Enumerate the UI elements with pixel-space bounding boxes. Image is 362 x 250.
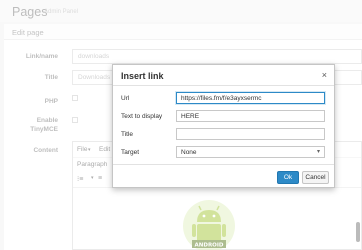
url-label: Url (121, 95, 130, 102)
text-to-display-input[interactable]: HERE (176, 110, 325, 122)
ok-button[interactable]: Ok (277, 171, 299, 184)
cancel-button[interactable]: Cancel (302, 171, 329, 184)
text-to-display-label: Text to display (121, 113, 163, 120)
url-input[interactable]: https://files.fm/f/e3ayxsermc (176, 92, 325, 104)
title-field-label: Title (121, 131, 134, 138)
target-label: Target (121, 149, 140, 156)
target-select-value: None (181, 149, 197, 156)
dialog-footer-divider (113, 164, 334, 165)
dialog-header-divider (113, 85, 334, 86)
insert-link-dialog: Insert link × Url https://files.fm/f/e3a… (112, 64, 335, 188)
target-select[interactable]: None ▾ (176, 146, 325, 158)
close-icon[interactable]: × (322, 70, 327, 80)
title-field-input[interactable] (176, 128, 325, 140)
chevron-down-icon: ▾ (316, 149, 320, 155)
dialog-title: Insert link (121, 71, 164, 81)
